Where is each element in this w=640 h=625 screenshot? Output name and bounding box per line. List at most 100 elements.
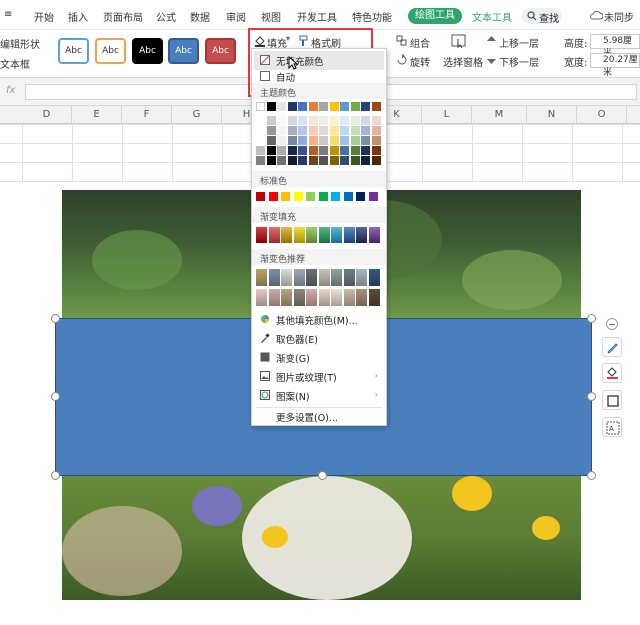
textbox-button[interactable]: 文本框 — [0, 56, 30, 71]
theme-color-swatch[interactable] — [266, 136, 276, 145]
theme-color-swatch[interactable] — [350, 102, 360, 111]
gradient-recommend-swatch[interactable] — [256, 269, 267, 286]
col-header-d[interactable]: D — [22, 106, 72, 124]
col-header-m[interactable]: M — [472, 106, 527, 124]
gradient-recommend-swatch[interactable] — [306, 269, 317, 286]
gradient-recommend-swatch[interactable] — [268, 289, 280, 306]
gradient-recommend-swatch[interactable] — [356, 269, 367, 286]
gradient-fill-swatch[interactable] — [293, 227, 305, 243]
gradient-recommend-swatch[interactable] — [368, 269, 380, 286]
theme-color-swatch[interactable] — [319, 126, 328, 135]
standard-color-swatch[interactable] — [256, 192, 265, 201]
standard-color-swatch[interactable] — [368, 192, 378, 201]
theme-color-swatch[interactable] — [319, 146, 328, 155]
theme-color-swatch[interactable] — [350, 136, 360, 145]
gradient-fill-swatch[interactable] — [306, 227, 317, 243]
shape-style-4[interactable]: Abc — [168, 38, 199, 64]
theme-color-swatch[interactable] — [308, 126, 318, 135]
col-header-e[interactable]: E — [72, 106, 122, 124]
gradient-fill-swatch[interactable] — [368, 227, 380, 243]
theme-color-swatch[interactable] — [371, 136, 381, 145]
theme-color-swatch[interactable] — [361, 116, 370, 125]
tab-developer[interactable]: 开发工具 — [297, 9, 337, 24]
theme-color-swatch[interactable] — [277, 136, 286, 145]
theme-color-swatch[interactable] — [329, 136, 339, 145]
tab-home[interactable]: 开始 — [34, 9, 54, 24]
theme-color-swatch[interactable] — [277, 102, 286, 111]
col-header-g[interactable]: G — [172, 106, 222, 124]
rotate-button[interactable]: 旋转 — [410, 54, 430, 69]
send-backward-button[interactable]: 下移一层 — [499, 54, 539, 69]
theme-color-swatch[interactable] — [266, 146, 276, 155]
resize-handle-br[interactable] — [587, 471, 596, 480]
gradient-fill-swatch[interactable] — [356, 227, 367, 243]
theme-color-swatch[interactable] — [287, 126, 297, 135]
height-field[interactable]: 5.98厘米 — [590, 34, 640, 59]
gradient-recommend-swatch[interactable] — [356, 289, 367, 306]
photo-bottom[interactable] — [62, 476, 581, 600]
theme-color-swatch[interactable] — [361, 146, 370, 155]
theme-color-swatch[interactable] — [361, 102, 370, 111]
gradient-fill-swatch[interactable] — [343, 227, 355, 243]
gradient-fill-swatch[interactable] — [318, 227, 330, 243]
theme-color-swatch[interactable] — [298, 146, 307, 155]
more-fill-colors-item[interactable]: 其他填充颜色(M)... — [254, 310, 384, 329]
theme-color-swatch[interactable] — [256, 136, 265, 145]
theme-color-swatch[interactable] — [266, 116, 276, 125]
shape-style-2[interactable]: Abc — [95, 38, 126, 64]
theme-color-swatch[interactable] — [371, 146, 381, 155]
theme-color-swatch[interactable] — [308, 116, 318, 125]
theme-color-swatch[interactable] — [308, 146, 318, 155]
theme-color-swatch[interactable] — [256, 156, 265, 165]
theme-color-swatch[interactable] — [340, 126, 349, 135]
gradient-fill-swatch[interactable] — [331, 227, 342, 243]
theme-color-swatch[interactable] — [308, 102, 318, 111]
shape-style-5[interactable]: Abc — [205, 38, 236, 64]
resize-handle-l[interactable] — [51, 392, 60, 401]
theme-color-swatch[interactable] — [329, 116, 339, 125]
gradient-recommend-swatch[interactable] — [268, 269, 280, 286]
theme-color-swatch[interactable] — [308, 136, 318, 145]
theme-color-swatch[interactable] — [298, 126, 307, 135]
resize-handle-tl[interactable] — [51, 314, 60, 323]
theme-color-swatch[interactable] — [371, 116, 381, 125]
theme-color-swatch[interactable] — [340, 136, 349, 145]
resize-handle-bl[interactable] — [51, 471, 60, 480]
theme-color-swatch[interactable] — [266, 126, 276, 135]
tab-drawing-tools[interactable]: 绘图工具 — [408, 8, 462, 24]
gradient-recommend-swatch[interactable] — [331, 269, 342, 286]
theme-color-swatch[interactable] — [277, 116, 286, 125]
standard-color-swatch[interactable] — [268, 192, 278, 201]
tab-data[interactable]: 数据 — [190, 9, 210, 24]
outline-tool-button[interactable] — [602, 337, 622, 357]
theme-color-swatch[interactable] — [371, 126, 381, 135]
col-header-n[interactable]: N — [527, 106, 577, 124]
theme-color-swatch[interactable] — [308, 156, 318, 165]
theme-color-swatch[interactable] — [319, 102, 328, 111]
theme-color-swatch[interactable] — [319, 116, 328, 125]
theme-color-swatch[interactable] — [277, 146, 286, 155]
standard-color-swatch[interactable] — [281, 192, 290, 201]
theme-color-swatch[interactable] — [361, 136, 370, 145]
selection-pane-button[interactable]: 选择窗格 — [443, 54, 483, 69]
theme-color-swatch[interactable] — [256, 126, 265, 135]
theme-color-swatch[interactable] — [329, 156, 339, 165]
tab-formulas[interactable]: 公式 — [156, 9, 176, 24]
theme-color-swatch[interactable] — [329, 126, 339, 135]
width-field[interactable]: 20.27厘米 — [590, 53, 640, 78]
gradient-fill-swatch[interactable] — [281, 227, 292, 243]
edit-shape-button[interactable]: 编辑形状 — [0, 36, 40, 51]
menu-icon[interactable]: ≡ — [4, 9, 12, 20]
theme-color-swatch[interactable] — [287, 156, 297, 165]
gradient-recommend-swatch[interactable] — [368, 289, 380, 306]
theme-color-swatch[interactable] — [340, 156, 349, 165]
standard-color-swatch[interactable] — [306, 192, 315, 201]
gradient-recommend-swatch[interactable] — [306, 289, 317, 306]
tab-review[interactable]: 审阅 — [226, 9, 246, 24]
theme-color-swatch[interactable] — [287, 146, 297, 155]
search-button[interactable]: 查找 — [522, 8, 562, 25]
theme-color-swatch[interactable] — [329, 146, 339, 155]
theme-color-swatch[interactable] — [277, 156, 286, 165]
theme-color-swatch[interactable] — [298, 116, 307, 125]
theme-color-swatch[interactable] — [287, 116, 297, 125]
